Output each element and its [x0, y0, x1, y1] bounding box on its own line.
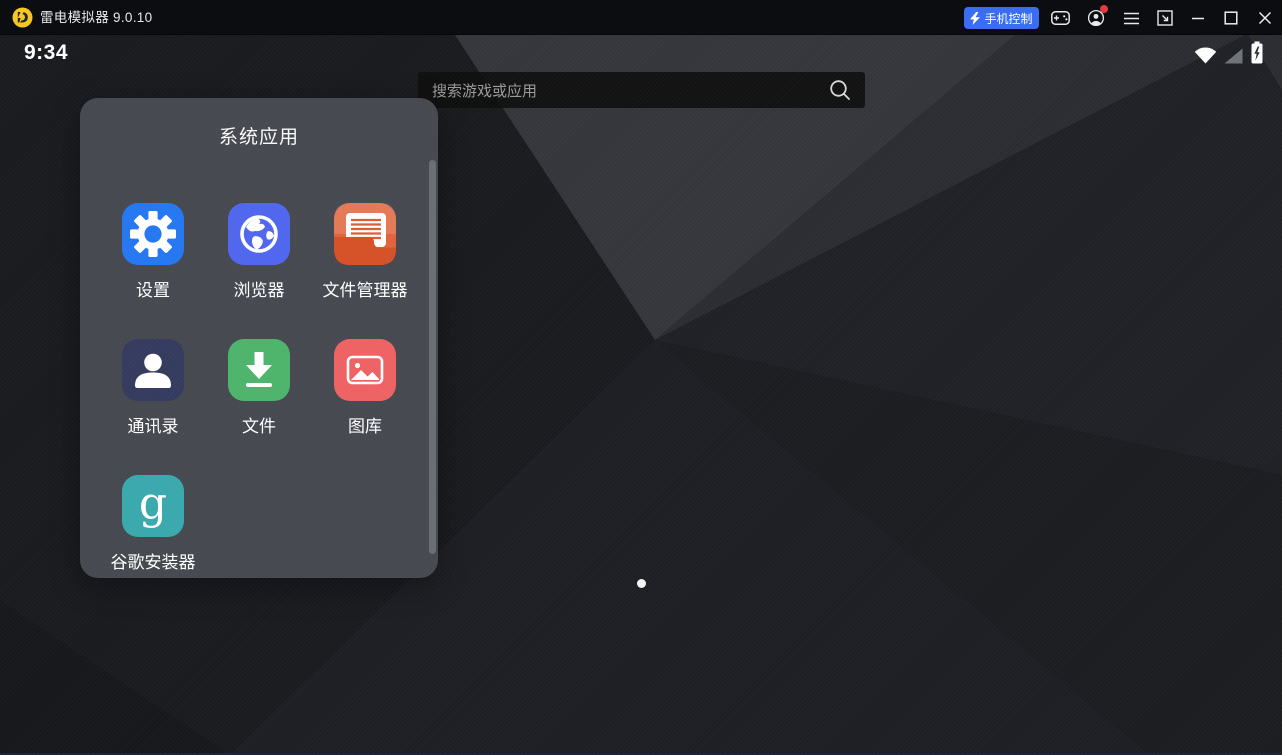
close-button[interactable] — [1255, 8, 1275, 28]
account-avatar-icon[interactable] — [1086, 8, 1106, 28]
gear-icon — [122, 203, 184, 265]
svg-text:g: g — [139, 478, 167, 529]
app-browser[interactable]: 浏览器 — [206, 203, 312, 301]
app-label: 浏览器 — [206, 276, 312, 301]
notification-dot — [1100, 5, 1108, 13]
app-label: 设置 — [100, 276, 206, 301]
cellular-signal-icon — [1224, 48, 1243, 64]
image-icon — [334, 339, 396, 401]
phone-control-button[interactable]: 手机控制 — [964, 7, 1039, 29]
app-settings[interactable]: 设置 — [100, 203, 206, 301]
window-titlebar: D 雷电模拟器 9.0.10 手机控制 — [0, 0, 1282, 35]
menu-icon[interactable] — [1121, 8, 1141, 28]
search-placeholder: 搜索游戏或应用 — [432, 80, 829, 101]
search-icon[interactable] — [829, 79, 851, 101]
globe-icon — [228, 203, 290, 265]
app-gallery[interactable]: 图库 — [312, 339, 418, 437]
app-contacts[interactable]: 通讯录 — [100, 339, 206, 437]
gamepad-icon[interactable] — [1050, 8, 1070, 28]
app-label: 文件 — [206, 412, 312, 437]
phone-control-label: 手机控制 — [984, 10, 1032, 27]
page-indicator-dot — [637, 579, 646, 588]
app-label: 图库 — [312, 412, 418, 437]
window-title: 雷电模拟器 9.0.10 — [40, 0, 152, 35]
app-file-manager[interactable]: 文件管理器 — [312, 203, 418, 301]
app-google-installer[interactable]: g 谷歌安装器 — [100, 475, 206, 573]
wifi-icon — [1194, 47, 1217, 64]
resize-window-icon[interactable] — [1155, 8, 1175, 28]
download-icon — [228, 339, 290, 401]
folder-icon — [334, 203, 396, 265]
lightning-icon — [970, 12, 980, 25]
app-label: 文件管理器 — [312, 276, 418, 301]
person-icon — [122, 339, 184, 401]
search-input[interactable]: 搜索游戏或应用 — [418, 72, 865, 108]
folder-title: 系统应用 — [80, 122, 438, 149]
app-label: 通讯录 — [100, 412, 206, 437]
minimize-button[interactable] — [1188, 8, 1208, 28]
app-files[interactable]: 文件 — [206, 339, 312, 437]
folder-scrollbar[interactable] — [429, 160, 436, 554]
status-icons — [1194, 40, 1264, 64]
status-clock: 9:34 — [24, 41, 68, 65]
app-label: 谷歌安装器 — [100, 548, 206, 573]
battery-charging-icon — [1250, 41, 1264, 64]
android-home-screen: 9:34 搜索游戏或应用 系统应用 — [0, 35, 1282, 755]
system-apps-folder: 系统应用 — [80, 98, 438, 578]
maximize-button[interactable] — [1221, 8, 1241, 28]
g-letter-icon: g — [122, 475, 184, 537]
ldplayer-logo-icon: D — [12, 7, 33, 28]
